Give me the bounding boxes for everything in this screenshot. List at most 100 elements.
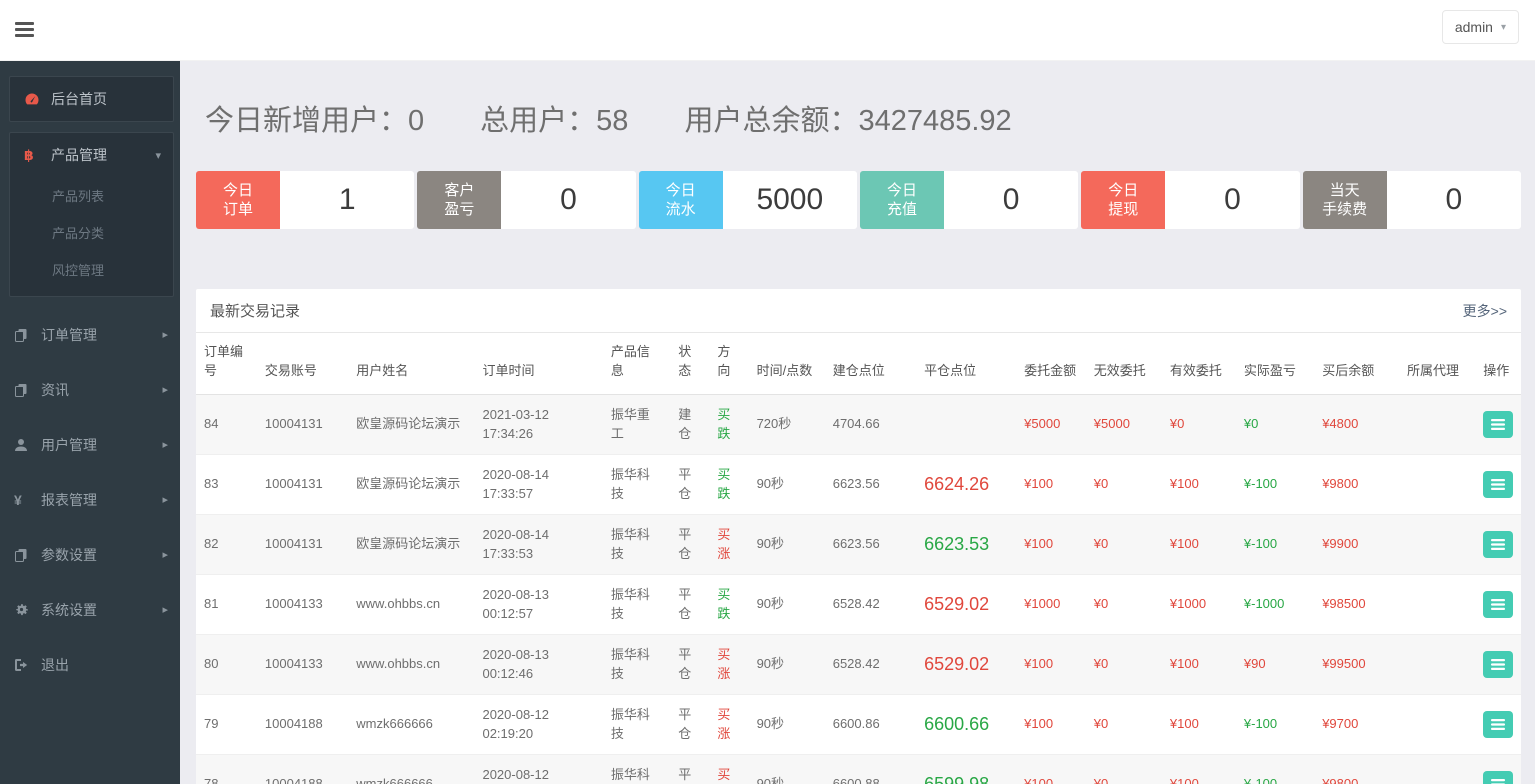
sidebar-item-label: 用户管理 xyxy=(41,436,97,453)
column-header: 买后余额 xyxy=(1314,333,1400,395)
transactions-table: 订单编号 交易账号 用户姓名 订单时间 产品信息 状态 方向 时间/点数 建仓点位 平仓点位 委托金… xyxy=(196,333,1521,784)
cell-balance: ¥9800 xyxy=(1314,454,1400,515)
stat-card-value: 0 xyxy=(943,171,1079,229)
cell-direction: 买跌 xyxy=(709,454,749,515)
cell-invalid-consign: ¥5000 xyxy=(1085,394,1162,455)
cell-close-point: 6529.02 xyxy=(916,634,1017,695)
cell-account: 10004133 xyxy=(256,634,349,695)
bitcoin-icon: ฿ xyxy=(24,146,34,163)
cell-order-time: 2020-08-13 00:12:57 xyxy=(474,574,603,635)
file-icon xyxy=(14,548,41,562)
cell-product: 振华科技 xyxy=(602,514,671,575)
table-row: 81 10004133 www.ohbbs.cn 2020-08-13 00:1… xyxy=(196,574,1521,635)
sidebar-subitem-risk-management[interactable]: 风控管理 xyxy=(10,251,173,288)
cell-consign-amount: ¥1000 xyxy=(1016,574,1086,635)
cell-agent xyxy=(1399,394,1476,455)
cell-order-time: 2020-08-12 02:14:25 xyxy=(474,754,603,784)
cell-order-time: 2020-08-14 17:33:53 xyxy=(474,514,603,575)
row-detail-button[interactable] xyxy=(1483,470,1514,498)
cell-duration: 90秒 xyxy=(748,574,825,635)
sidebar-subitem-product-list[interactable]: 产品列表 xyxy=(10,177,173,214)
yen-icon: ¥ xyxy=(14,491,22,508)
sidebar-item-user-management[interactable]: 用户管理 ▸ xyxy=(0,417,180,472)
column-header: 平仓点位 xyxy=(916,333,1017,395)
cell-product: 振华科技 xyxy=(602,634,671,695)
sidebar-subitem-product-category[interactable]: 产品分类 xyxy=(10,214,173,251)
cell-agent xyxy=(1399,574,1476,635)
topbar: admin ▾ xyxy=(0,0,1535,61)
cell-valid-consign: ¥100 xyxy=(1161,634,1236,695)
table-row: 84 10004131 欧皇源码论坛演示 2021-03-12 17:34:26… xyxy=(196,394,1521,455)
cell-account: 10004131 xyxy=(256,514,349,575)
row-detail-button[interactable] xyxy=(1483,410,1514,438)
row-detail-button[interactable] xyxy=(1483,530,1514,558)
cell-user-name: wmzk666666 xyxy=(348,754,475,784)
cell-status: 平仓 xyxy=(670,634,710,695)
cell-action xyxy=(1475,454,1521,515)
main-content: 今日新增用户：0 总用户：58 用户总余额：3427485.92 今日 订单 1… xyxy=(180,61,1535,784)
sidebar-item-system-settings[interactable]: 系统设置 ▸ xyxy=(0,582,180,637)
cell-close-point: 6600.66 xyxy=(916,694,1017,755)
column-header: 产品信息 xyxy=(602,333,671,395)
sidebar-item-product-management[interactable]: ฿ 产品管理 ▾ xyxy=(10,133,173,177)
stat-card-label: 客户 盈亏 xyxy=(417,171,502,229)
column-header: 方向 xyxy=(709,333,749,395)
cell-product: 振华科技 xyxy=(602,574,671,635)
caret-right-icon: ▸ xyxy=(162,329,168,341)
stat-card-value: 1 xyxy=(280,171,415,229)
more-link[interactable]: 更多>> xyxy=(1463,301,1507,321)
sidebar-item-order-management[interactable]: 订单管理 ▸ xyxy=(0,307,180,362)
cell-order-id: 80 xyxy=(196,634,257,695)
stat-card: 今日 订单 1 xyxy=(196,171,415,229)
cell-status: 平仓 xyxy=(670,574,710,635)
gears-icon xyxy=(14,602,41,617)
cell-duration: 90秒 xyxy=(748,634,825,695)
cell-direction: 买跌 xyxy=(709,394,749,455)
column-header: 订单时间 xyxy=(474,333,603,395)
hamburger-menu-icon[interactable] xyxy=(15,22,34,40)
sidebar-group-dashboard: 后台首页 xyxy=(9,76,174,122)
cell-close-point: 6623.53 xyxy=(916,514,1017,575)
sidebar: 后台首页 ฿ 产品管理 ▾ 产品列表 产品分类 风控管理 订单管理 ▸ 资讯 ▸… xyxy=(0,61,180,784)
row-detail-button[interactable] xyxy=(1483,590,1514,618)
cell-user-name: www.ohbbs.cn xyxy=(348,574,475,635)
stat-card: 当天 手续费 0 xyxy=(1302,171,1521,229)
sidebar-item-label: 产品管理 xyxy=(51,147,107,163)
transactions-tbody: 84 10004131 欧皇源码论坛演示 2021-03-12 17:34:26… xyxy=(196,394,1521,784)
sidebar-item-news[interactable]: 资讯 ▸ xyxy=(0,362,180,417)
sidebar-item-label: 报表管理 xyxy=(41,491,97,508)
sidebar-item-parameter-settings[interactable]: 参数设置 ▸ xyxy=(0,527,180,582)
cell-action xyxy=(1475,634,1521,695)
summary-stats: 今日新增用户：0 总用户：58 用户总余额：3427485.92 xyxy=(205,97,1521,139)
cell-actual-profit: ¥-100 xyxy=(1235,454,1315,515)
table-row: 78 10004188 wmzk666666 2020-08-12 02:14:… xyxy=(196,754,1521,784)
stat-card: 今日 提现 0 xyxy=(1081,171,1300,229)
transactions-title: 最新交易记录 xyxy=(210,303,301,320)
sidebar-item-report-management[interactable]: ¥ 报表管理 ▸ xyxy=(0,472,180,527)
sidebar-item-dashboard[interactable]: 后台首页 xyxy=(10,77,173,121)
cell-order-id: 79 xyxy=(196,694,257,755)
list-icon xyxy=(1491,658,1506,670)
row-detail-button[interactable] xyxy=(1483,710,1514,738)
sidebar-item-logout[interactable]: 退出 xyxy=(0,637,180,692)
cell-consign-amount: ¥100 xyxy=(1016,694,1086,755)
cell-order-id: 81 xyxy=(196,574,257,635)
cell-balance: ¥99500 xyxy=(1314,634,1400,695)
row-detail-button[interactable] xyxy=(1483,770,1514,784)
cell-status: 平仓 xyxy=(670,454,710,515)
user-menu-button[interactable]: admin ▾ xyxy=(1441,10,1519,44)
cell-direction: 买涨 xyxy=(709,634,749,695)
cell-agent xyxy=(1399,754,1476,784)
sidebar-submenu: 产品列表 产品分类 风控管理 xyxy=(10,177,173,296)
table-row: 83 10004131 欧皇源码论坛演示 2020-08-14 17:33:57… xyxy=(196,454,1521,515)
cell-status: 平仓 xyxy=(670,694,710,755)
stat-card-value: 0 xyxy=(1165,171,1300,229)
cell-account: 10004133 xyxy=(256,574,349,635)
stat-card-value: 0 xyxy=(501,171,636,229)
list-icon xyxy=(1491,418,1506,430)
row-detail-button[interactable] xyxy=(1483,650,1514,678)
cell-open-point: 4704.66 xyxy=(824,394,917,455)
cell-product: 振华科技 xyxy=(602,694,671,755)
transactions-header-row: 订单编号 交易账号 用户姓名 订单时间 产品信息 状态 方向 时间/点数 建仓点位 平仓点位 委托金… xyxy=(196,333,1521,395)
cell-open-point: 6623.56 xyxy=(824,454,917,515)
